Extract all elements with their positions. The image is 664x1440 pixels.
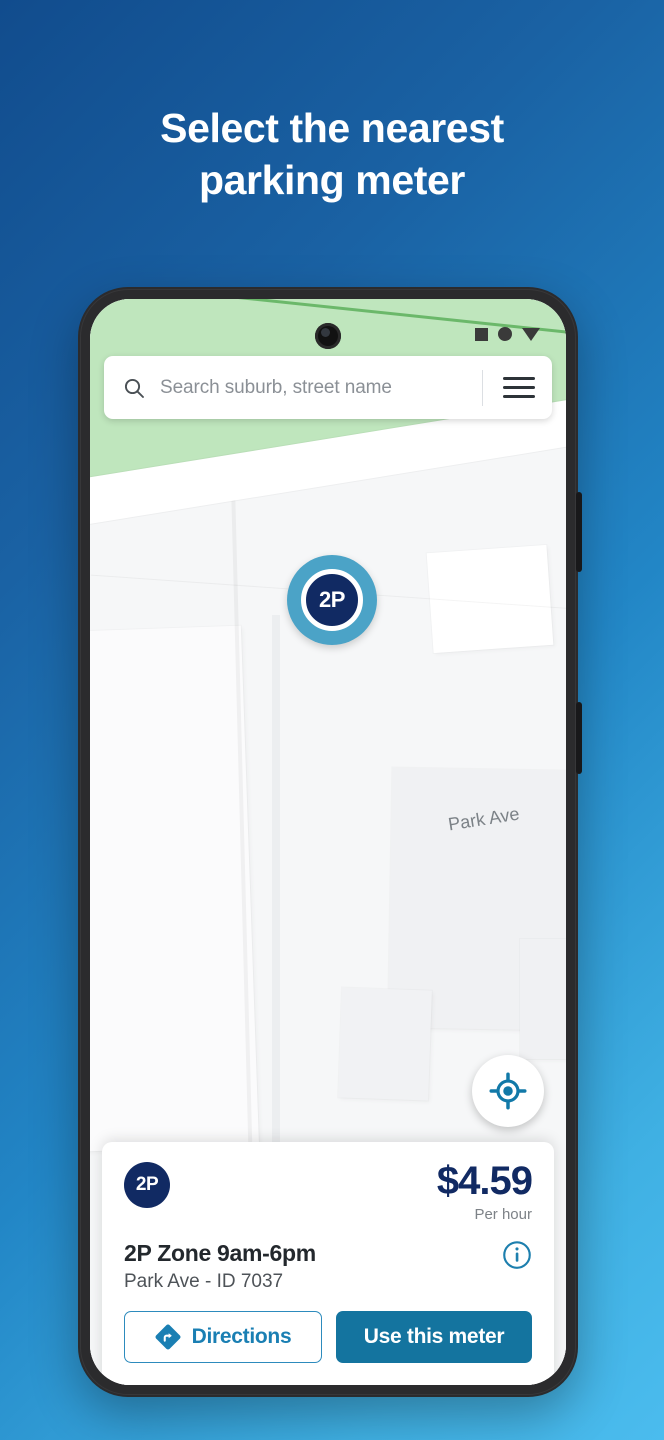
marker-label: 2P xyxy=(319,587,345,612)
square-icon xyxy=(475,327,488,341)
meter-detail-card: 2P $4.59 Per hour 2P Zone 9am-6pm Park A… xyxy=(102,1141,554,1385)
search-input[interactable]: Search suburb, street name xyxy=(160,377,482,399)
use-this-meter-button[interactable]: Use this meter xyxy=(336,1311,532,1363)
search-bar[interactable]: Search suburb, street name xyxy=(104,356,552,419)
hamburger-menu-icon[interactable] xyxy=(503,377,535,398)
map-block xyxy=(90,625,260,1153)
phone-volume-button[interactable] xyxy=(576,492,582,572)
page-title-line-2: parking meter xyxy=(199,157,465,204)
zone-subtitle: Park Ave - ID 7037 xyxy=(124,1271,284,1292)
phone-screen: Park Ave 12 8 ie S Search suburb, street… xyxy=(90,299,566,1385)
map-block xyxy=(520,939,566,1059)
zone-title: 2P Zone 9am-6pm xyxy=(124,1240,316,1266)
marker-inner: 2P xyxy=(301,569,363,631)
page-title: Select the nearest parking meter xyxy=(0,102,664,207)
zone-info-text: 2P Zone 9am-6pm Park Ave - ID 7037 xyxy=(124,1240,316,1293)
use-this-meter-label: Use this meter xyxy=(363,1325,505,1348)
zone-badge: 2P xyxy=(124,1161,170,1208)
phone-power-button[interactable] xyxy=(576,702,582,774)
circle-icon xyxy=(498,327,512,341)
triangle-icon xyxy=(522,327,540,341)
status-bar xyxy=(475,327,540,341)
map-marker-parking-meter[interactable]: 2P xyxy=(287,555,377,645)
zone-info-row: 2P Zone 9am-6pm Park Ave - ID 7037 xyxy=(124,1240,532,1293)
card-actions: Directions Use this meter xyxy=(124,1311,532,1363)
price-unit-label: Per hour xyxy=(474,1206,532,1223)
card-header-row: 2P $4.59 Per hour xyxy=(124,1158,533,1223)
front-camera-icon xyxy=(315,323,341,349)
search-icon xyxy=(124,378,144,398)
directions-button[interactable]: Directions xyxy=(124,1311,322,1363)
my-location-icon xyxy=(489,1072,527,1110)
price-value: $4.59 xyxy=(436,1158,533,1203)
phone-mockup: Park Ave 12 8 ie S Search suburb, street… xyxy=(78,287,582,1397)
my-location-button[interactable] xyxy=(472,1055,544,1127)
directions-icon xyxy=(155,1324,181,1350)
price-block: $4.59 Per hour xyxy=(436,1158,533,1223)
directions-button-label: Directions xyxy=(191,1325,292,1348)
search-divider xyxy=(482,369,483,406)
map-block xyxy=(338,987,432,1101)
page-title-line-1: Select the nearest xyxy=(160,105,504,151)
info-icon[interactable] xyxy=(502,1240,532,1270)
